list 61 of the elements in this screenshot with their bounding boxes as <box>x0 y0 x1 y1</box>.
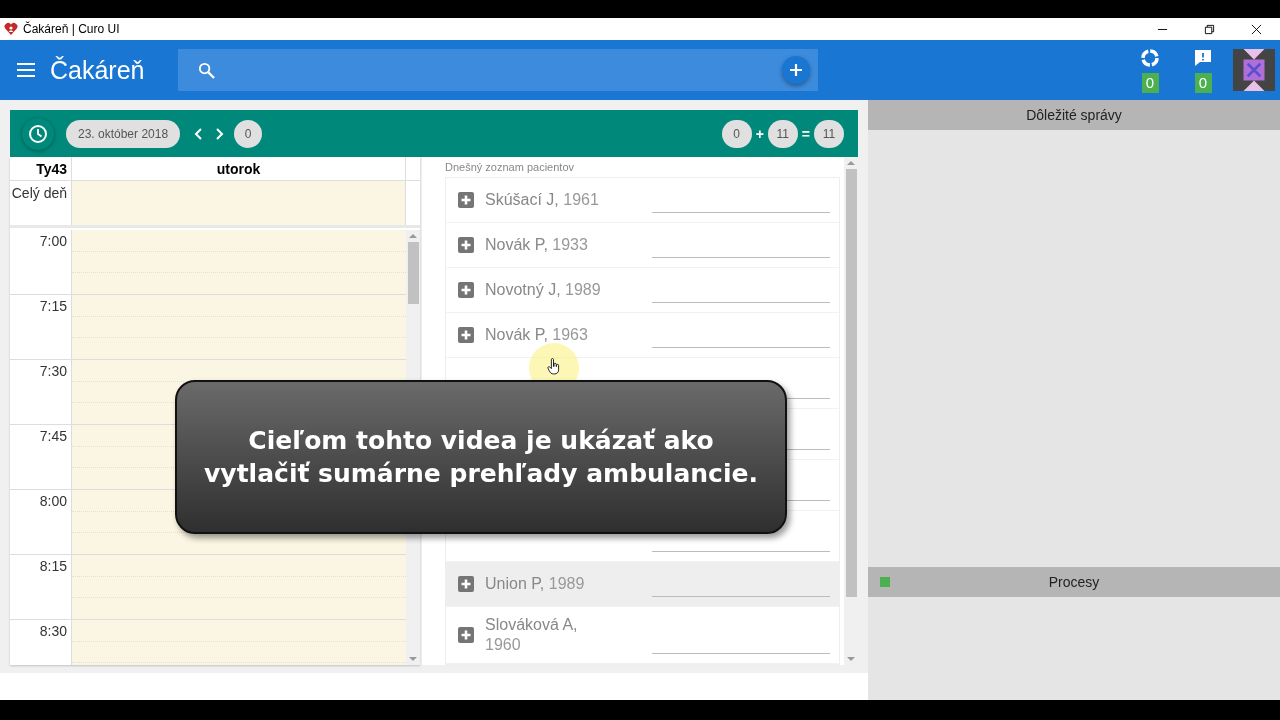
list-label: Dnešný zoznam pacientov <box>445 161 575 173</box>
restore-icon[interactable] <box>1204 23 1215 35</box>
patient-row[interactable]: Skúšací J, 1961 <box>446 178 839 223</box>
window-title: Čakáreň | Curo UI <box>23 22 120 36</box>
time-label: 8:15 <box>39 558 67 574</box>
menu-icon[interactable] <box>17 63 35 77</box>
count-badge: 0 <box>234 119 263 148</box>
hand-cursor-icon <box>547 358 560 375</box>
patient-name: Union P, 1989 <box>485 574 586 594</box>
patient-name: Skúšací J, 1961 <box>485 190 600 210</box>
section-title: Dôležité správy <box>1026 107 1122 123</box>
day-header: utorok <box>215 160 262 179</box>
page-title: Čakáreň <box>50 55 146 85</box>
clock-button[interactable] <box>22 117 54 150</box>
next-icon[interactable] <box>214 126 225 141</box>
time-label: 8:30 <box>39 623 67 639</box>
plus-icon[interactable] <box>458 576 474 592</box>
close-icon[interactable] <box>1251 23 1262 35</box>
patient-name: Novák P, 1933 <box>485 235 589 255</box>
count-badge: 0 <box>1194 72 1212 93</box>
operator-sign: + <box>755 125 764 142</box>
heart-logo-icon <box>4 22 18 36</box>
count-badge: 11 <box>767 119 798 148</box>
patient-name: Novák P, 1963 <box>485 325 589 345</box>
time-label: 7:45 <box>39 428 67 444</box>
time-label: 8:00 <box>39 493 67 509</box>
time-label: 7:00 <box>39 233 67 249</box>
clock-icon <box>28 123 48 144</box>
patient-row[interactable]: Union P, 1989 <box>446 562 839 607</box>
count-badge: 11 <box>814 119 844 148</box>
search-field[interactable] <box>178 49 818 91</box>
message-icon[interactable] <box>1193 47 1213 68</box>
avatar-icon[interactable] <box>1233 49 1275 91</box>
count-badge: 0 <box>1141 72 1159 93</box>
add-button[interactable] <box>782 56 810 84</box>
patient-row[interactable]: Novák P, 1933 <box>446 223 839 268</box>
date-button[interactable]: 23. október 2018 <box>66 119 181 148</box>
sync-icon[interactable] <box>1140 47 1160 68</box>
scrollbar[interactable] <box>844 157 858 665</box>
operator-sign: = <box>801 125 810 142</box>
patient-row[interactable]: Novotný J, 1989 <box>446 268 839 313</box>
section-header[interactable]: Procesy <box>868 567 1280 597</box>
search-icon <box>198 61 215 79</box>
patient-row[interactable]: Slováková A, 1960 <box>446 607 839 664</box>
count-badge: 0 <box>721 119 752 148</box>
plus-icon[interactable] <box>458 237 474 253</box>
plus-icon <box>789 63 803 77</box>
patient-name: Novotný J, 1989 <box>485 280 602 300</box>
patient-name: Slováková A, 1960 <box>485 615 579 655</box>
plus-icon[interactable] <box>458 192 474 208</box>
caption-tooltip: Cieľom tohto videa je ukázať ako vytlačiť sumárne prehľady ambulancie. <box>175 380 787 534</box>
plus-icon[interactable] <box>458 627 474 643</box>
patient-row[interactable]: Novák P, 1963 <box>446 313 839 358</box>
section-header[interactable]: Dôležité správy <box>868 100 1280 130</box>
time-label: 7:30 <box>39 363 67 379</box>
time-label: 7:15 <box>39 298 67 314</box>
section-title: Procesy <box>1048 574 1100 590</box>
plus-icon[interactable] <box>458 282 474 298</box>
plus-icon[interactable] <box>458 327 474 343</box>
previous-icon[interactable] <box>194 126 205 141</box>
week-number: Ty43 <box>10 157 72 180</box>
